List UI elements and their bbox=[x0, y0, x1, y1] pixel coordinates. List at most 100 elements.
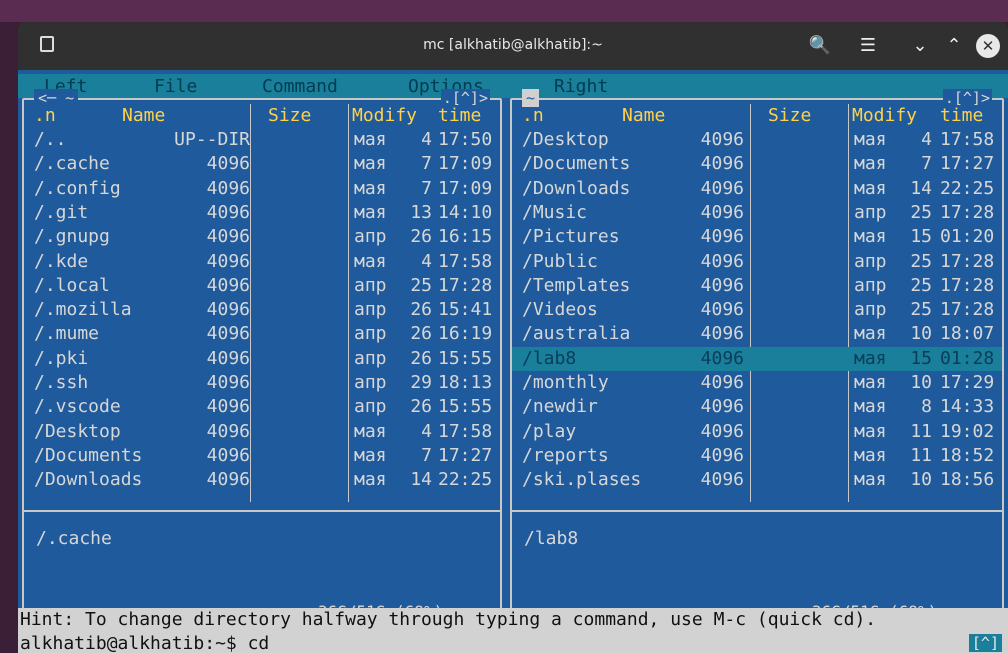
left-header-size[interactable]: Size bbox=[268, 105, 311, 126]
file-day: 15 bbox=[910, 226, 932, 248]
maximize-icon[interactable]: ⌃ bbox=[942, 34, 966, 58]
file-row[interactable]: /Downloads 4096 мая 14 22:25 bbox=[24, 468, 500, 492]
titlebar: mc [alkhatib@alkhatib]:~ 🔍 ☰ ⌄ ⌃ ✕ bbox=[18, 22, 1008, 70]
file-day: 15 bbox=[910, 347, 932, 369]
file-day: 26 bbox=[410, 226, 432, 248]
menu-command[interactable]: Command bbox=[262, 76, 338, 97]
file-month: апр bbox=[854, 250, 887, 272]
left-header-modify[interactable]: Modify bbox=[352, 105, 417, 126]
menu-file[interactable]: File bbox=[154, 76, 197, 97]
file-row[interactable]: /Pictures 4096 мая 15 01:20 bbox=[512, 225, 1002, 249]
left-header-name[interactable]: Name bbox=[122, 105, 165, 126]
file-row[interactable]: /.ssh 4096 апр 29 18:13 bbox=[24, 371, 500, 395]
right-header-time[interactable]: time bbox=[940, 105, 983, 126]
file-time: 17:09 bbox=[438, 177, 493, 199]
file-size: 4096 bbox=[206, 444, 250, 466]
file-row[interactable]: /Desktop 4096 мая 4 17:58 bbox=[24, 420, 500, 444]
file-row[interactable]: /Downloads 4096 мая 14 22:25 bbox=[512, 177, 1002, 201]
file-row[interactable]: /lab8 4096 мая 15 01:28 bbox=[512, 346, 1002, 371]
file-row[interactable]: /play 4096 мая 11 19:02 bbox=[512, 420, 1002, 444]
file-size: 4096 bbox=[700, 274, 744, 296]
file-time: 18:13 bbox=[438, 372, 493, 393]
file-row[interactable]: /Music 4096 апр 25 17:28 bbox=[512, 201, 1002, 225]
left-header-time[interactable]: time bbox=[438, 105, 481, 126]
history-button[interactable]: [^] bbox=[968, 634, 1002, 652]
file-row[interactable]: /Documents 4096 мая 7 17:27 bbox=[512, 152, 1002, 176]
file-row[interactable]: /.vscode 4096 апр 26 15:55 bbox=[24, 395, 500, 419]
file-day: 7 bbox=[421, 177, 432, 199]
file-row[interactable]: /australia 4096 мая 10 18:07 bbox=[512, 322, 1002, 346]
menu-right[interactable]: Right bbox=[554, 76, 608, 97]
file-row[interactable]: /.pki 4096 апр 26 15:55 bbox=[24, 347, 500, 371]
file-month: мая bbox=[854, 129, 887, 150]
search-icon[interactable]: 🔍 bbox=[808, 34, 832, 58]
file-row[interactable]: /.cache 4096 мая 7 17:09 bbox=[24, 152, 500, 176]
file-time: 18:52 bbox=[940, 444, 995, 466]
file-row[interactable]: /.. UP--DIR мая 4 17:50 bbox=[24, 128, 500, 152]
file-row[interactable]: /.mume 4096 апр 26 16:19 bbox=[24, 322, 500, 346]
file-row[interactable]: /.gnupg 4096 апр 26 16:15 bbox=[24, 225, 500, 249]
file-size: 4096 bbox=[700, 226, 744, 248]
file-time: 17:27 bbox=[940, 153, 995, 175]
right-panel[interactable]: ~ .[^]> .n Name Size Modify time /Deskto… bbox=[510, 89, 1004, 621]
file-row[interactable]: /Videos 4096 апр 25 17:28 bbox=[512, 298, 1002, 322]
file-time: 01:28 bbox=[940, 347, 995, 369]
file-name: /.local bbox=[34, 274, 110, 296]
file-row[interactable]: /Desktop 4096 мая 4 17:58 bbox=[512, 128, 1002, 152]
file-row[interactable]: /.mozilla 4096 апр 26 15:41 bbox=[24, 298, 500, 322]
file-row[interactable]: /Public 4096 апр 25 17:28 bbox=[512, 250, 1002, 274]
file-month: мая bbox=[854, 469, 887, 491]
file-day: 25 bbox=[910, 274, 932, 296]
file-name: /Downloads bbox=[522, 177, 631, 199]
mc-menubar: Left File Command Options Right bbox=[18, 74, 1008, 98]
file-name: /reports bbox=[522, 444, 609, 466]
hamburger-menu-icon[interactable]: ☰ bbox=[856, 34, 880, 58]
terminal-content[interactable]: Left File Command Options Right <─ ~ .[^… bbox=[18, 70, 1008, 653]
file-row[interactable]: /.local 4096 апр 25 17:28 bbox=[24, 274, 500, 298]
file-time: 01:20 bbox=[940, 226, 995, 248]
right-header-name[interactable]: Name bbox=[622, 105, 665, 126]
file-time: 17:28 bbox=[940, 274, 995, 296]
right-header-size[interactable]: Size bbox=[768, 105, 811, 126]
file-time: 17:58 bbox=[940, 129, 995, 150]
file-month: мая bbox=[354, 444, 387, 466]
file-row[interactable]: /monthly 4096 мая 10 17:29 bbox=[512, 371, 1002, 395]
file-name: /.kde bbox=[34, 250, 89, 272]
file-name: /.. bbox=[34, 129, 67, 150]
file-month: мая bbox=[854, 323, 887, 345]
file-day: 4 bbox=[421, 420, 432, 442]
file-name: /Pictures bbox=[522, 226, 620, 248]
file-day: 10 bbox=[910, 469, 932, 491]
command-line[interactable]: alkhatib@alkhatib:~$ cd [^] bbox=[18, 632, 1008, 653]
file-name: /.cache bbox=[34, 153, 110, 175]
file-month: мая bbox=[354, 420, 387, 442]
file-size: 4096 bbox=[700, 153, 744, 175]
file-row[interactable]: /ski.plases 4096 мая 10 18:56 bbox=[512, 468, 1002, 492]
file-row[interactable]: /newdir 4096 мая 8 14:33 bbox=[512, 395, 1002, 419]
right-header-n[interactable]: .n bbox=[522, 105, 544, 126]
left-header-n[interactable]: .n bbox=[34, 105, 56, 126]
left-mini-status: /.cache bbox=[36, 528, 112, 549]
right-mini-status: /lab8 bbox=[524, 528, 579, 549]
file-day: 29 bbox=[410, 372, 432, 393]
file-day: 25 bbox=[910, 299, 932, 321]
file-size: 4096 bbox=[206, 372, 250, 393]
file-row[interactable]: /Documents 4096 мая 7 17:27 bbox=[24, 444, 500, 468]
file-size: 4096 bbox=[700, 129, 744, 150]
minimize-icon[interactable]: ⌄ bbox=[908, 34, 932, 58]
file-row[interactable]: /Templates 4096 апр 25 17:28 bbox=[512, 274, 1002, 298]
file-name: /.pki bbox=[34, 347, 89, 369]
file-row[interactable]: /reports 4096 мая 11 18:52 bbox=[512, 444, 1002, 468]
right-header-modify[interactable]: Modify bbox=[852, 105, 917, 126]
close-icon[interactable]: ✕ bbox=[976, 34, 1000, 58]
file-size: 4096 bbox=[206, 177, 250, 199]
file-row[interactable]: /.kde 4096 мая 4 17:58 bbox=[24, 250, 500, 274]
file-time: 17:28 bbox=[940, 299, 995, 321]
file-name: /.gnupg bbox=[34, 226, 110, 248]
file-day: 14 bbox=[910, 177, 932, 199]
file-size: 4096 bbox=[700, 420, 744, 442]
left-panel[interactable]: <─ ~ .[^]> .n Name Size Modify time /.. U… bbox=[22, 89, 502, 621]
command-prompt[interactable]: alkhatib@alkhatib:~$ cd bbox=[20, 633, 269, 653]
file-row[interactable]: /.config 4096 мая 7 17:09 bbox=[24, 177, 500, 201]
file-row[interactable]: /.git 4096 мая 13 14:10 bbox=[24, 201, 500, 225]
